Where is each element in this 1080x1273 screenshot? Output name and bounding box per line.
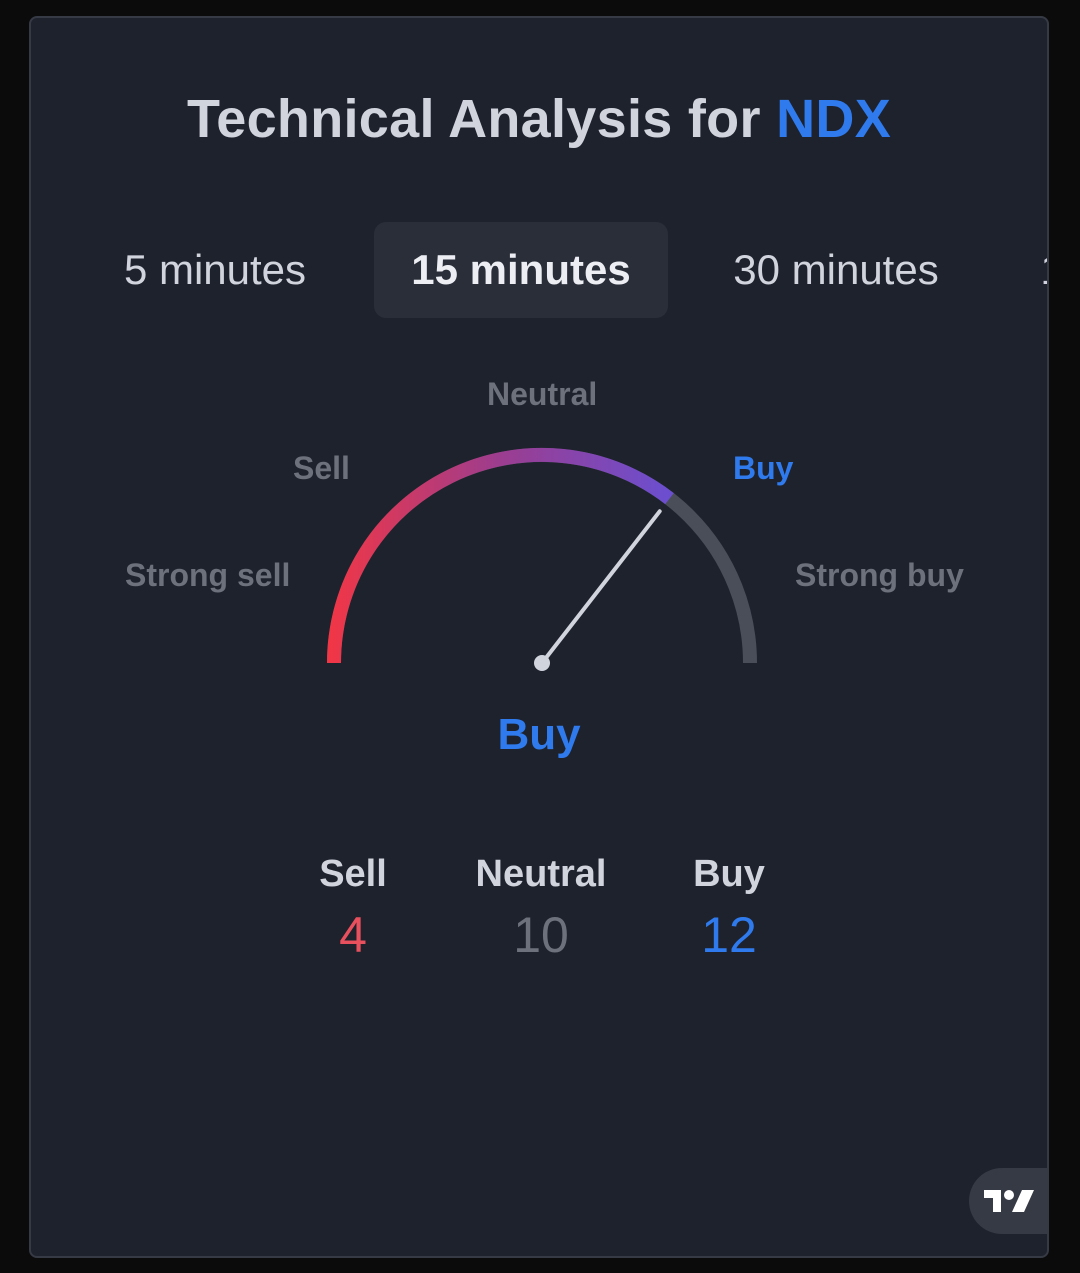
neutral-counter-value: 10 bbox=[513, 907, 569, 963]
buy-counter-value: 12 bbox=[701, 907, 757, 963]
tradingview-logo-icon bbox=[984, 1190, 1034, 1212]
rating-verdict: Buy bbox=[497, 710, 581, 759]
gauge-fill bbox=[327, 448, 674, 664]
gauge-label-strong-buy: Strong buy bbox=[795, 557, 964, 593]
gauge-pivot bbox=[534, 655, 550, 671]
sell-counter-label: Sell bbox=[319, 853, 387, 895]
buy-counter-label: Buy bbox=[693, 853, 765, 895]
gauge-needle bbox=[540, 509, 662, 665]
sell-counter: Sell 4 bbox=[253, 852, 453, 968]
gauge-label-sell: Sell bbox=[293, 450, 350, 486]
gauge-label-strong-sell: Strong sell bbox=[125, 557, 291, 593]
tradingview-logo-button[interactable] bbox=[969, 1168, 1047, 1234]
gauge-label-buy: Buy bbox=[733, 450, 794, 486]
technical-analysis-widget: Technical Analysis for NDX 5 minutes 15 … bbox=[29, 16, 1049, 1258]
sell-counter-value: 4 bbox=[339, 907, 367, 963]
neutral-counter-label: Neutral bbox=[475, 853, 607, 895]
neutral-counter: Neutral 10 bbox=[441, 852, 641, 968]
gauge-track bbox=[327, 448, 757, 664]
gauge-label-neutral: Neutral bbox=[487, 376, 598, 412]
buy-counter: Buy 12 bbox=[629, 852, 829, 968]
